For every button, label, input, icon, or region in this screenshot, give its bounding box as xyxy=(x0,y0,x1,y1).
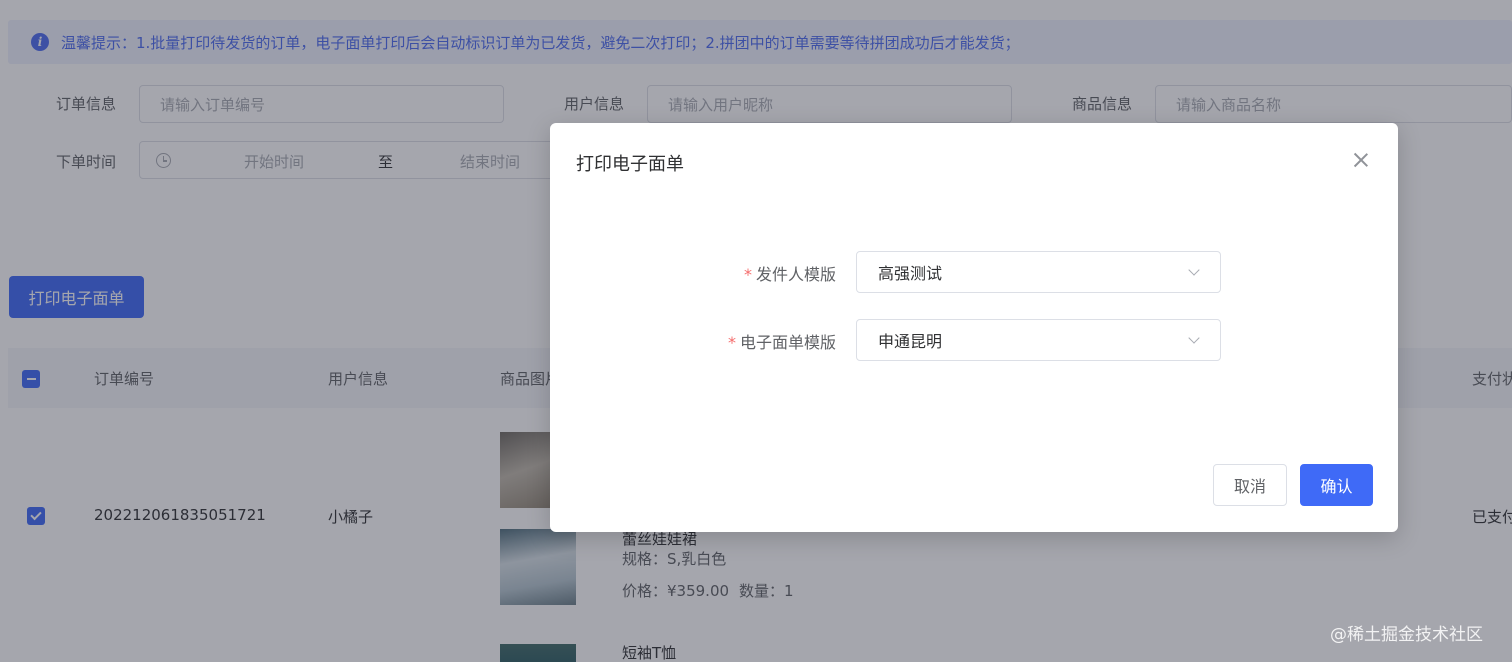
waybill-template-label: * 电子面单模版 xyxy=(727,333,836,352)
required-mark: * xyxy=(727,333,736,352)
cancel-button[interactable]: 取消 xyxy=(1213,464,1287,506)
waybill-template-select[interactable]: 申通昆明 xyxy=(856,319,1221,361)
sender-template-select[interactable]: 高强测试 xyxy=(856,251,1221,293)
close-icon[interactable] xyxy=(1352,151,1370,169)
sender-template-value: 高强测试 xyxy=(878,264,943,283)
print-waybill-dialog: 打印电子面单 * 发件人模版 高强测试 * 电子面单模版 申通昆明 取消 确认 xyxy=(550,123,1398,532)
dialog-title: 打印电子面单 xyxy=(576,154,684,175)
confirm-button[interactable]: 确认 xyxy=(1300,464,1373,506)
watermark: @稀土掘金技术社区 xyxy=(1330,625,1483,645)
chevron-down-icon xyxy=(1188,332,1200,344)
sender-template-label: * 发件人模版 xyxy=(743,265,836,284)
chevron-down-icon xyxy=(1188,264,1200,276)
waybill-template-value: 申通昆明 xyxy=(878,332,943,351)
required-mark: * xyxy=(743,265,752,284)
